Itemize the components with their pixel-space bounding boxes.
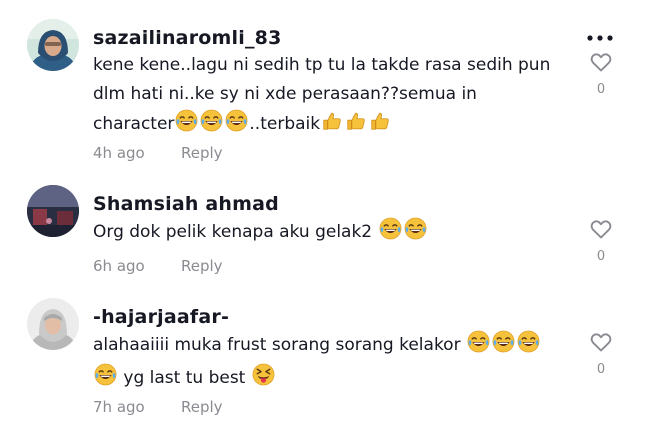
- avatar[interactable]: [27, 19, 79, 71]
- like-count: 0: [596, 82, 606, 97]
- comment-meta: 6h ago Reply: [93, 257, 223, 275]
- laughing-emoji-icon: [492, 330, 515, 363]
- reply-button[interactable]: Reply: [181, 257, 223, 275]
- laughing-emoji-icon: [200, 109, 223, 142]
- heart-outline-icon[interactable]: [588, 330, 614, 354]
- tongue-out-emoji-icon: [252, 363, 275, 396]
- comment-username[interactable]: sazailinaromli_83: [93, 27, 281, 49]
- comment-text-line: dlm hati ni..ke sy ni xde perasaan??semu…: [93, 84, 477, 104]
- comment-meta: 4h ago Reply: [93, 144, 223, 162]
- comment-text-line: Org dok pelik kenapa aku gelak2: [93, 222, 373, 242]
- heart-outline-icon[interactable]: [588, 217, 614, 241]
- laughing-emoji-icon: [517, 330, 540, 363]
- thumbs-up-emoji-icon: [321, 110, 343, 142]
- like-button[interactable]: 0: [588, 50, 614, 97]
- comment-text: Org dok pelik kenapa aku gelak2: [93, 217, 563, 250]
- thumbs-up-emoji-icon: [369, 110, 391, 142]
- comment-timestamp: 7h ago: [93, 398, 145, 416]
- comment-meta: 7h ago Reply: [93, 398, 223, 416]
- heart-outline-icon[interactable]: [588, 50, 614, 74]
- laughing-emoji-icon: [175, 109, 198, 142]
- laughing-emoji-icon: [379, 217, 402, 250]
- comment-text: alahaaiiii muka frust sorang sorang kela…: [93, 330, 563, 396]
- avatar[interactable]: [27, 298, 79, 350]
- thumbs-up-emoji-icon: [345, 110, 367, 142]
- avatar[interactable]: [27, 185, 79, 237]
- more-options-icon[interactable]: [586, 27, 614, 46]
- comment-text-line: character: [93, 114, 175, 134]
- reply-button[interactable]: Reply: [181, 144, 223, 162]
- comment-timestamp: 4h ago: [93, 144, 145, 162]
- laughing-emoji-icon: [94, 363, 117, 396]
- comment-text-line: alahaaiiii muka frust sorang sorang kela…: [93, 335, 461, 355]
- like-button[interactable]: 0: [588, 217, 614, 264]
- like-button[interactable]: 0: [588, 330, 614, 377]
- comment-username[interactable]: Shamsiah ahmad: [93, 193, 279, 215]
- comment-text-line: yg last tu best: [123, 368, 246, 388]
- like-count: 0: [596, 362, 606, 377]
- comment-text: kene kene..lagu ni sedih tp tu la takde …: [93, 51, 563, 142]
- comment-text-line: ..terbaik: [249, 114, 321, 134]
- laughing-emoji-icon: [225, 109, 248, 142]
- laughing-emoji-icon: [467, 330, 490, 363]
- comment-text-line: kene kene..lagu ni sedih tp tu la takde …: [93, 55, 551, 75]
- comment-timestamp: 6h ago: [93, 257, 145, 275]
- reply-button[interactable]: Reply: [181, 398, 223, 416]
- laughing-emoji-icon: [404, 217, 427, 250]
- comment-username[interactable]: -hajarjaafar-: [93, 306, 229, 328]
- like-count: 0: [596, 249, 606, 264]
